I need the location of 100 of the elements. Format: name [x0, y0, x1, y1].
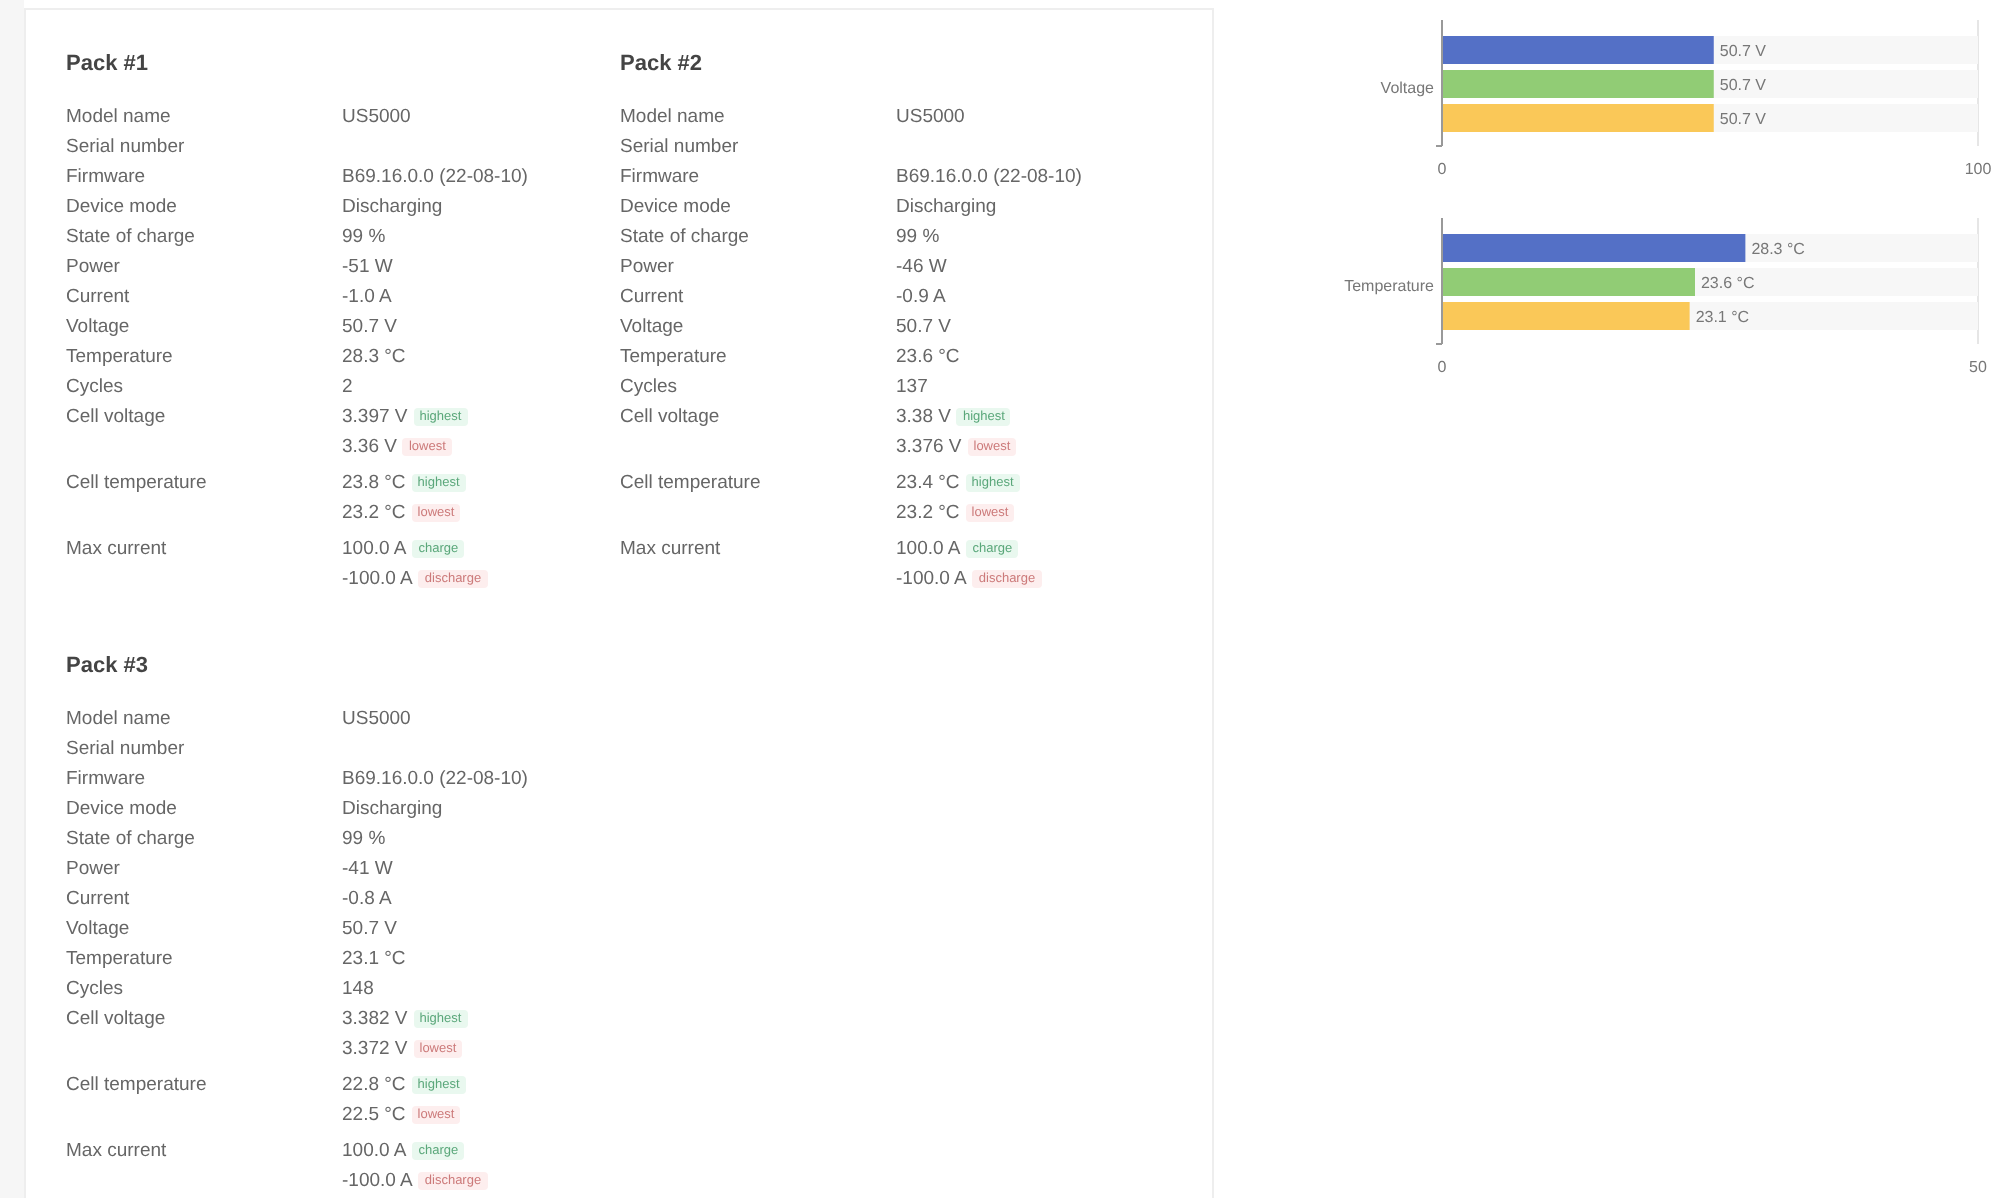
- field-value: -0.9 A: [896, 284, 946, 312]
- tick-label: 0: [1437, 160, 1447, 178]
- value-label: 23.6 °C: [1701, 274, 1755, 292]
- axis-line: [1435, 217, 1443, 345]
- field-value: B69.16.0.0 (22-08-10): [342, 164, 528, 192]
- field-label: Cell voltage: [620, 404, 722, 432]
- field-label: Firmware: [620, 164, 702, 192]
- field-label: Cycles: [66, 374, 126, 402]
- field-label: Temperature: [66, 344, 175, 372]
- field-label: Cell temperature: [66, 470, 209, 498]
- field-value: B69.16.0.0 (22-08-10): [342, 766, 528, 794]
- field-value: B69.16.0.0 (22-08-10): [896, 164, 1082, 192]
- field-label: Current: [620, 284, 686, 312]
- field-value: 50.7 V: [896, 314, 951, 342]
- pack-title: Pack #3: [66, 652, 150, 682]
- field-label: Serial number: [620, 134, 741, 162]
- field-label: Serial number: [66, 134, 187, 162]
- field-label: Model name: [66, 706, 173, 734]
- field-value: -46 W: [896, 254, 947, 282]
- field-value: 50.7 V: [342, 314, 397, 342]
- field-label: State of charge: [66, 826, 197, 854]
- field-value: 23.1 °C: [342, 946, 406, 974]
- field-label: Cell voltage: [66, 1006, 168, 1034]
- field-value: -100.0 A: [896, 566, 967, 594]
- field-value: 3.372 V: [342, 1036, 408, 1064]
- field-value: 23.6 °C: [896, 344, 960, 372]
- field-value: 99 %: [342, 224, 386, 252]
- field-value: Discharging: [342, 796, 443, 824]
- field-value: 100.0 A: [342, 1138, 407, 1166]
- field-value: -1.0 A: [342, 284, 392, 312]
- field-value: 28.3 °C: [342, 344, 406, 372]
- value-label: 50.7 V: [1719, 110, 1767, 128]
- field-label: Max current: [66, 536, 169, 564]
- field-label: Device mode: [66, 796, 179, 824]
- field-value: -0.8 A: [342, 886, 392, 914]
- field-label: Max current: [66, 1138, 169, 1166]
- pack-title: Pack #2: [620, 50, 704, 80]
- field-value: 3.38 V: [896, 404, 951, 432]
- field-label: Device mode: [66, 194, 179, 222]
- field-value: US5000: [896, 104, 965, 132]
- field-value: 3.36 V: [342, 434, 397, 462]
- axis-line: [1435, 19, 1443, 147]
- field-label: Voltage: [66, 314, 132, 342]
- field-value: 50.7 V: [342, 916, 397, 944]
- field-label: Cell voltage: [66, 404, 168, 432]
- field-value: -100.0 A: [342, 566, 413, 594]
- field-value: 137: [896, 374, 928, 402]
- field-label: Cycles: [620, 374, 680, 402]
- field-value: 3.376 V: [896, 434, 962, 462]
- field-label: Power: [66, 856, 122, 884]
- field-value: 22.8 °C: [342, 1072, 406, 1100]
- field-value: 99 %: [342, 826, 386, 854]
- field-value: 100.0 A: [342, 536, 407, 564]
- field-label: Temperature: [66, 946, 175, 974]
- value-label: 23.1 °C: [1695, 308, 1750, 326]
- field-value: -100.0 A: [342, 1168, 413, 1196]
- tick-label: 100: [1964, 160, 1992, 178]
- field-value: 100.0 A: [896, 536, 961, 564]
- category-label: Voltage: [1380, 79, 1434, 97]
- field-value: -51 W: [342, 254, 393, 282]
- category-label: Temperature: [1344, 277, 1434, 295]
- field-value: US5000: [342, 104, 411, 132]
- field-value: 23.8 °C: [342, 470, 406, 498]
- field-label: Model name: [620, 104, 727, 132]
- field-label: Cell temperature: [620, 470, 763, 498]
- field-value: -41 W: [342, 856, 393, 884]
- field-value: Discharging: [896, 194, 997, 222]
- field-value: 23.2 °C: [342, 500, 406, 528]
- field-label: State of charge: [620, 224, 751, 252]
- field-label: Current: [66, 886, 132, 914]
- field-value: 23.2 °C: [896, 500, 960, 528]
- tick-label: 0: [1437, 358, 1447, 376]
- field-value: US5000: [342, 706, 411, 734]
- field-value: 22.5 °C: [342, 1102, 406, 1130]
- field-value: 3.382 V: [342, 1006, 408, 1034]
- value-label: 28.3 °C: [1751, 240, 1805, 258]
- field-value: 2: [342, 374, 353, 402]
- field-label: State of charge: [66, 224, 197, 252]
- field-label: Device mode: [620, 194, 733, 222]
- field-label: Firmware: [66, 164, 148, 192]
- field-label: Voltage: [620, 314, 686, 342]
- field-label: Cell temperature: [66, 1072, 209, 1100]
- field-value: 23.4 °C: [896, 470, 960, 498]
- field-value: Discharging: [342, 194, 443, 222]
- field-label: Power: [620, 254, 676, 282]
- value-label: 50.7 V: [1719, 76, 1767, 94]
- field-label: Cycles: [66, 976, 126, 1004]
- field-label: Max current: [620, 536, 723, 564]
- field-label: Temperature: [620, 344, 729, 372]
- tick-label: 50: [1969, 358, 1987, 376]
- value-label: 50.7 V: [1719, 42, 1767, 60]
- field-label: Voltage: [66, 916, 132, 944]
- field-label: Power: [66, 254, 122, 282]
- field-value: 3.397 V: [342, 404, 408, 432]
- field-label: Model name: [66, 104, 173, 132]
- pack-title: Pack #1: [66, 50, 150, 80]
- field-value: 148: [342, 976, 374, 1004]
- field-label: Firmware: [66, 766, 148, 794]
- field-label: Serial number: [66, 736, 187, 764]
- field-value: 99 %: [896, 224, 940, 252]
